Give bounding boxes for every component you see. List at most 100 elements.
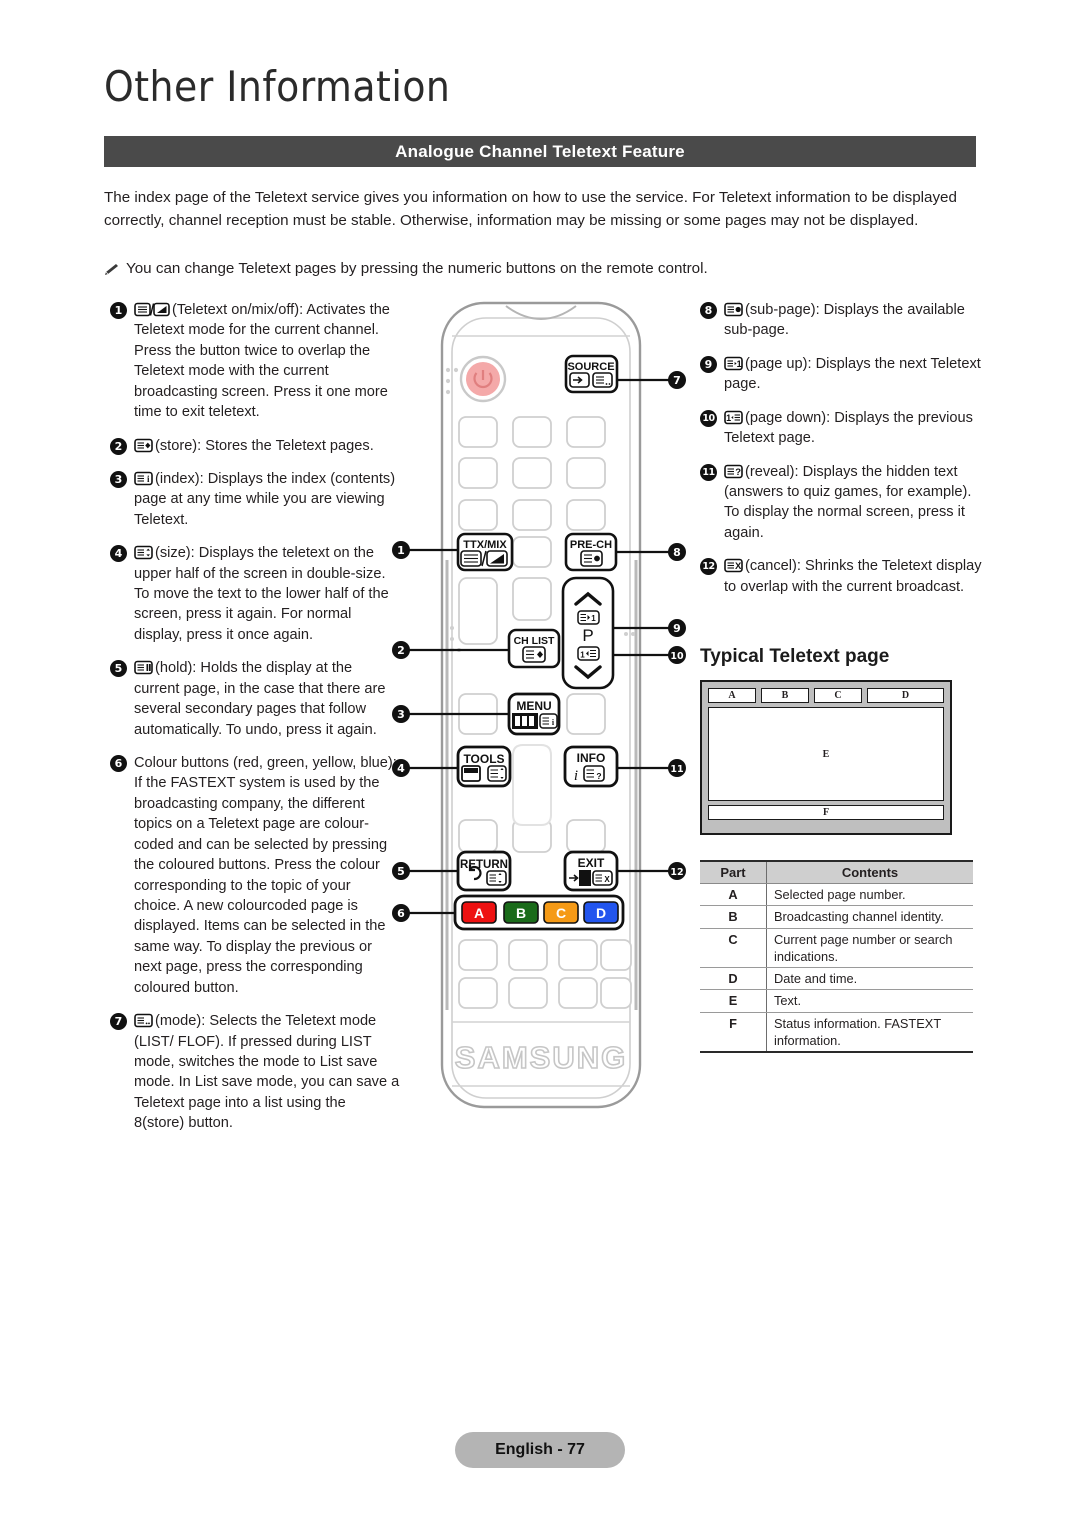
- typical-teletext-heading: Typical Teletext page: [700, 646, 890, 667]
- left-callout-list: 1 (Teletext on/mix/off): Activates the T…: [110, 300, 400, 1147]
- cell-part: A: [700, 883, 767, 907]
- callout-number: 11: [700, 463, 717, 481]
- teletext-page-up-icon: 1: [724, 356, 743, 371]
- diagram-box-a: A: [708, 688, 756, 703]
- cell-part: F: [700, 1012, 767, 1054]
- cell-part: D: [700, 967, 767, 991]
- table-row: E Text.: [700, 989, 973, 1013]
- colour-button-a: A: [474, 905, 484, 921]
- callout-text: (size): Displays the teletext on the upp…: [134, 545, 389, 643]
- colour-button-b: B: [516, 905, 526, 921]
- svg-text:11: 11: [670, 764, 683, 775]
- callout-number: 9: [700, 355, 717, 373]
- teletext-reveal-icon: ?: [724, 464, 743, 479]
- list-item: 1 (Teletext on/mix/off): Activates the T…: [110, 300, 400, 423]
- list-item: 7 (mode): Selects the Teletext mode (LIS…: [110, 1011, 400, 1134]
- right-callout-list: 8 (sub-page): Displays the available sub…: [700, 300, 985, 610]
- callout-number: 12: [700, 558, 717, 576]
- svg-text:12: 12: [670, 867, 683, 878]
- svg-text:i: i: [574, 768, 578, 784]
- p-label: P: [582, 626, 593, 645]
- cell-contents: Current page number or search indication…: [766, 928, 973, 969]
- source-button-label: SOURCE: [567, 361, 614, 373]
- callout-text: (hold): Holds the display at the current…: [134, 660, 386, 738]
- svg-text:X: X: [735, 561, 742, 572]
- list-item: 2 (store): Stores the Teletext pages.: [110, 436, 400, 456]
- callout-number: 10: [700, 409, 717, 427]
- callout-text: (sub-page): Displays the available sub-p…: [724, 302, 965, 339]
- svg-text:X: X: [604, 875, 610, 884]
- callout-number: 7: [110, 1013, 127, 1031]
- column-header-contents: Contents: [766, 860, 973, 884]
- callout-text: X (cancel): Shrinks the Teletext display…: [724, 558, 982, 595]
- list-item: 3 i (index): Displays the index (content…: [110, 469, 400, 530]
- svg-text:10: 10: [670, 651, 684, 662]
- note-text: You can change Teletext pages by pressin…: [126, 260, 708, 277]
- colour-button-c: C: [556, 905, 566, 921]
- list-item: 11 ? (reveal): Displays the hidden text …: [700, 462, 985, 544]
- svg-text:9: 9: [673, 622, 681, 635]
- callout-text: Colour buttons (red, green, yellow, blue…: [134, 755, 397, 996]
- diagram-box-d: D: [867, 688, 944, 703]
- info-button-label: INFO: [577, 751, 606, 765]
- callout-number: 2: [110, 437, 127, 455]
- callout-number: 5: [110, 660, 127, 678]
- teletext-on-mix-off-icon: [134, 302, 170, 317]
- list-item: 4 (size): Displays the teletext on the u…: [110, 543, 400, 645]
- svg-text:8: 8: [673, 546, 681, 559]
- intro-paragraph: The index page of the Teletext service g…: [104, 189, 957, 230]
- table-row: D Date and time.: [700, 967, 973, 991]
- list-item: 5 (hold): Holds the display at the curre…: [110, 658, 400, 740]
- callout-number: 6: [110, 755, 127, 773]
- callout-number: 8: [700, 302, 717, 319]
- callout-number: 1: [110, 302, 127, 319]
- table-row: B Broadcasting channel identity.: [700, 905, 973, 929]
- svg-text:7: 7: [673, 374, 681, 387]
- table-row: C Current page number or search indicatio…: [700, 928, 973, 969]
- cell-part: C: [700, 928, 767, 969]
- manual-page: Other Information Analogue Channel Telet…: [0, 0, 1080, 1519]
- samsung-brand-logo: SAMSUNG: [455, 1040, 627, 1075]
- callout-number: 3: [110, 470, 127, 488]
- cell-contents: Selected page number.: [766, 883, 973, 907]
- callout-text: 1 (page down): Displays the previous Tel…: [724, 409, 973, 447]
- cell-contents: Status information. FASTEXT information.: [766, 1012, 973, 1054]
- svg-text:?: ?: [735, 467, 741, 478]
- callout-number: 4: [110, 545, 127, 563]
- table-row: A Selected page number.: [700, 883, 973, 907]
- tools-button-label: TOOLS: [463, 752, 504, 766]
- teletext-hold-icon: [134, 660, 153, 675]
- column-header-part: Part: [700, 860, 767, 884]
- teletext-page-down-icon: 1: [724, 410, 743, 425]
- teletext-store-icon: [134, 438, 153, 453]
- diagram-box-b: B: [761, 688, 809, 703]
- cell-part: B: [700, 905, 767, 929]
- teletext-sub-page-icon: [724, 302, 743, 317]
- ch-list-button-label: CH LIST: [514, 635, 555, 647]
- callout-text: 1 (page up): Displays the next Teletext …: [724, 355, 981, 393]
- cell-contents: Text.: [766, 989, 973, 1013]
- svg-text:1: 1: [580, 651, 585, 660]
- pencil-note-icon: [104, 261, 119, 284]
- colour-button-d: D: [596, 905, 606, 921]
- cell-part: E: [700, 989, 767, 1013]
- teletext-index-icon: i: [134, 471, 153, 486]
- callout-text: ? (reveal): Displays the hidden text (an…: [724, 463, 972, 541]
- teletext-cancel-icon: X: [724, 558, 743, 573]
- callout-text: (store): Stores the Teletext pages.: [134, 436, 400, 456]
- list-item: 12 X (cancel): Shrinks the Teletext disp…: [700, 556, 985, 597]
- cell-contents: Broadcasting channel identity.: [766, 905, 973, 929]
- ttx-mix-button-label: TTX/MIX: [463, 539, 507, 551]
- teletext-mode-icon: [134, 1013, 153, 1028]
- note-row: You can change Teletext pages by pressin…: [104, 258, 976, 281]
- pre-ch-button-label: PRE-CH: [570, 539, 612, 551]
- list-item: 9 1 (page up): Displays the next Teletex…: [700, 354, 985, 395]
- svg-text:i: i: [552, 718, 555, 727]
- callout-text: i (index): Displays the index (contents)…: [134, 470, 396, 528]
- svg-text:1: 1: [726, 413, 731, 423]
- list-item: 8 (sub-page): Displays the available sub…: [700, 300, 985, 341]
- svg-text:1: 1: [737, 359, 742, 369]
- page-footer: English - 77: [455, 1432, 625, 1468]
- diagram-box-c: C: [814, 688, 862, 703]
- page-title: Other Information: [104, 62, 451, 111]
